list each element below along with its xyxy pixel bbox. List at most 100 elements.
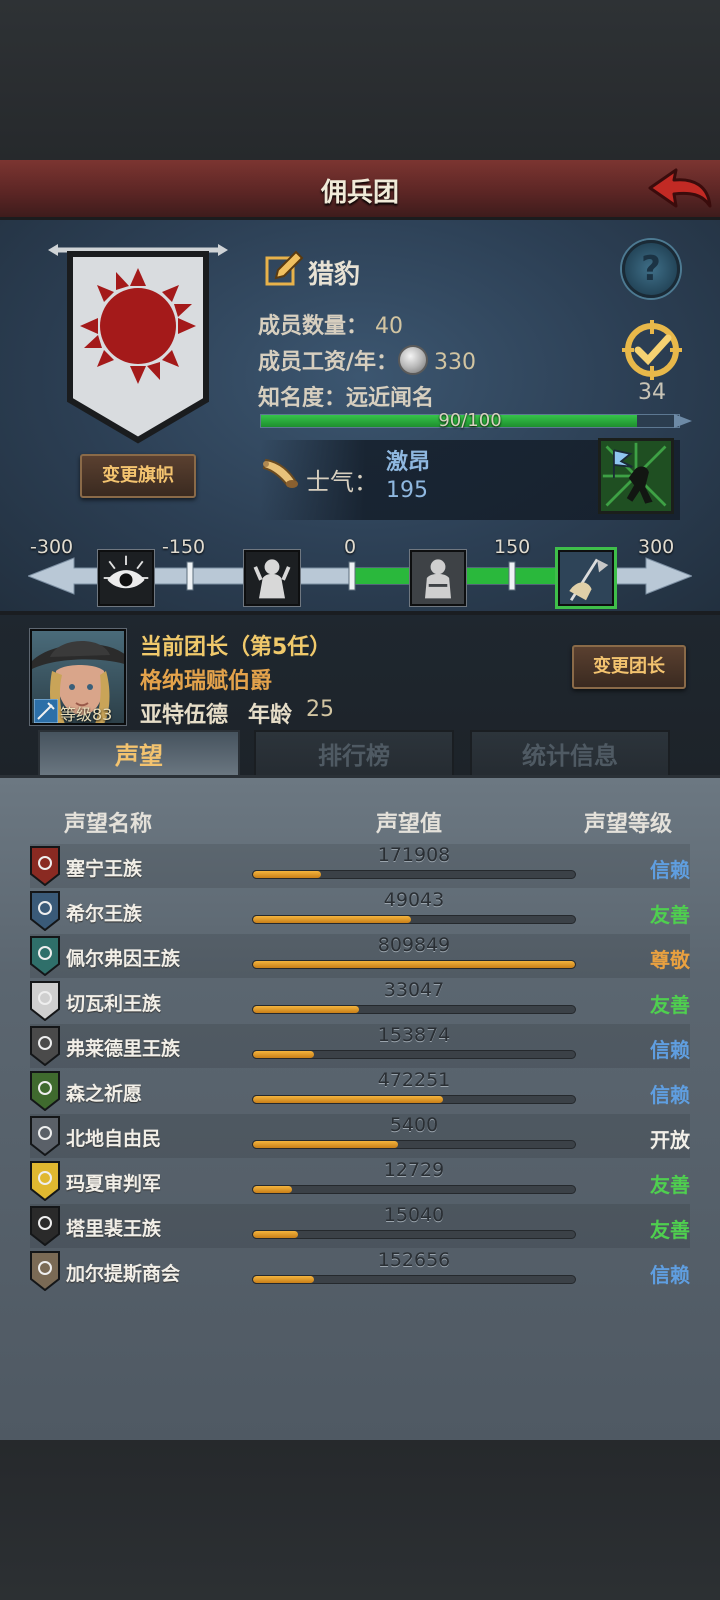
faction-name: 弗莱德里王族 bbox=[66, 1038, 181, 1060]
leader-age-label: 年龄 bbox=[248, 703, 293, 728]
reputation-row[interactable]: 森之祈愿 472251 信赖 bbox=[30, 1069, 690, 1113]
war-horn-icon bbox=[262, 458, 298, 488]
tab-bar: 声望 排行榜 统计信息 bbox=[38, 730, 684, 780]
wage-value: 330 bbox=[434, 350, 477, 375]
scale-label-high: 150 bbox=[494, 536, 531, 558]
bottom-background bbox=[0, 1440, 720, 1600]
faction-shield-icon bbox=[30, 846, 60, 886]
scale-label-zero: 0 bbox=[344, 536, 357, 558]
reputation-value: 33047 bbox=[383, 979, 445, 1001]
change-banner-button[interactable]: 变更旗帜 bbox=[80, 454, 196, 498]
morale-state: 激昂 bbox=[386, 450, 431, 475]
reputation-progress-fill bbox=[253, 1141, 398, 1148]
reputation-row[interactable]: 北地自由民 5400 开放 bbox=[30, 1114, 690, 1158]
leader-age: 25 bbox=[306, 697, 334, 722]
header-reputation-level: 声望等级 bbox=[584, 812, 673, 837]
reputation-value: 49043 bbox=[383, 889, 445, 911]
guild-banner-emblem bbox=[48, 244, 228, 444]
reputation-progress-track bbox=[252, 1275, 576, 1284]
faction-name: 塔里裴王族 bbox=[66, 1218, 162, 1240]
faction-shield-icon bbox=[30, 891, 60, 931]
leader-level: 等级83 bbox=[60, 705, 113, 724]
reputation-row[interactable]: 塞宁王族 171908 信赖 bbox=[30, 844, 690, 888]
back-arrow-icon[interactable] bbox=[646, 166, 714, 214]
faction-shield-icon bbox=[30, 936, 60, 976]
sword-level-icon bbox=[34, 699, 58, 723]
page-title: 佣兵团 bbox=[320, 178, 399, 208]
reputation-progress-fill bbox=[253, 1186, 292, 1193]
distressed-figure-icon bbox=[244, 550, 300, 606]
reputation-value: 472251 bbox=[377, 1069, 451, 1091]
wage-label: 成员工资/年： bbox=[258, 350, 399, 375]
leader-title: 当前团长（第5任） bbox=[140, 635, 332, 660]
reputation-row[interactable]: 弗莱德里王族 153874 信赖 bbox=[30, 1024, 690, 1068]
reputation-row[interactable]: 切瓦利王族 33047 友善 bbox=[30, 979, 690, 1023]
scale-label-min: -300 bbox=[30, 536, 74, 558]
reputation-value: 12729 bbox=[383, 1159, 445, 1181]
reputation-progress-track bbox=[252, 1185, 576, 1194]
reputation-progress-fill bbox=[253, 1276, 315, 1283]
reputation-value: 171908 bbox=[377, 844, 451, 866]
reputation-row[interactable]: 塔里裴王族 15040 友善 bbox=[30, 1204, 690, 1248]
top-background bbox=[0, 0, 720, 160]
faction-shield-icon bbox=[30, 981, 60, 1021]
edit-name-icon[interactable] bbox=[264, 250, 304, 290]
scale-label-max: 300 bbox=[638, 536, 675, 558]
fame-label: 知名度： bbox=[258, 386, 347, 411]
leader-portrait[interactable]: 等级83 bbox=[30, 629, 126, 725]
guild-panel: 佣兵团 变更旗帜 猎豹 ? 成员数量： 40 成员工资/年： 330 知名度：远… bbox=[0, 160, 720, 1440]
reputation-level: 信赖 bbox=[650, 858, 690, 882]
achievement-medal-icon[interactable] bbox=[620, 320, 684, 380]
header-reputation-name: 声望名称 bbox=[64, 812, 153, 837]
reputation-row[interactable]: 加尔提斯商会 152656 信赖 bbox=[30, 1249, 690, 1293]
guild-name: 猎豹 bbox=[308, 260, 361, 290]
reputation-row[interactable]: 佩尔弗因王族 809849 尊敬 bbox=[30, 934, 690, 978]
members-row: 成员数量： 40 bbox=[258, 308, 403, 339]
header-bar: 佣兵团 bbox=[0, 160, 720, 220]
reputation-progress-track bbox=[252, 1095, 576, 1104]
morale-label: 士气： bbox=[306, 468, 378, 496]
reputation-level: 友善 bbox=[650, 993, 690, 1017]
reputation-row[interactable]: 玛夏审判军 12729 友善 bbox=[30, 1159, 690, 1203]
reputation-progress-track bbox=[252, 870, 576, 879]
reputation-row[interactable]: 希尔王族 49043 友善 bbox=[30, 889, 690, 933]
reputation-value: 153874 bbox=[377, 1024, 451, 1046]
faction-shield-icon bbox=[30, 1251, 60, 1291]
members-label: 成员数量： bbox=[258, 314, 369, 339]
faction-name: 森之祈愿 bbox=[66, 1083, 143, 1105]
tab-statistics[interactable]: 统计信息 bbox=[470, 730, 670, 780]
reputation-level: 信赖 bbox=[650, 1263, 690, 1287]
reputation-level: 信赖 bbox=[650, 1038, 690, 1062]
morale-flag-icon[interactable] bbox=[598, 438, 674, 514]
eye-icon bbox=[98, 550, 154, 606]
header-reputation-value: 声望值 bbox=[376, 812, 443, 837]
neutral-figure-icon bbox=[410, 550, 466, 606]
reputation-progress-track bbox=[252, 1140, 576, 1149]
faction-name: 玛夏审判军 bbox=[66, 1173, 162, 1195]
tab-ranking[interactable]: 排行榜 bbox=[254, 730, 454, 780]
faction-name: 佩尔弗因王族 bbox=[66, 948, 181, 970]
reputation-progress-fill bbox=[253, 1096, 443, 1103]
faction-shield-icon bbox=[30, 1026, 60, 1066]
fame-state: 远近闻名 bbox=[346, 386, 435, 411]
faction-name: 切瓦利王族 bbox=[66, 993, 162, 1015]
help-button[interactable]: ? bbox=[622, 240, 680, 298]
tab-reputation[interactable]: 声望 bbox=[38, 730, 240, 780]
cheering-flag-icon bbox=[558, 550, 614, 606]
change-leader-button[interactable]: 变更团长 bbox=[572, 645, 686, 689]
reputation-progress-track bbox=[252, 960, 576, 969]
reputation-progress-fill bbox=[253, 871, 321, 878]
reputation-progress-track bbox=[252, 915, 576, 924]
reputation-progress-fill bbox=[253, 1006, 360, 1013]
faction-name: 塞宁王族 bbox=[66, 858, 143, 880]
reputation-list: 声望名称 声望值 声望等级 塞宁王族 171908 信赖 希尔王族 49043 友善 佩尔弗… bbox=[0, 775, 720, 1440]
fame-row: 知名度：远近闻名 bbox=[258, 380, 435, 411]
reputation-progress-fill bbox=[253, 916, 411, 923]
faction-name: 北地自由民 bbox=[66, 1128, 162, 1150]
reputation-level: 尊敬 bbox=[650, 948, 690, 972]
reputation-progress-track bbox=[252, 1050, 576, 1059]
silver-coin-icon bbox=[398, 345, 429, 375]
reputation-progress-track bbox=[252, 1005, 576, 1014]
faction-shield-icon bbox=[30, 1116, 60, 1156]
reputation-value: 152656 bbox=[377, 1249, 451, 1271]
